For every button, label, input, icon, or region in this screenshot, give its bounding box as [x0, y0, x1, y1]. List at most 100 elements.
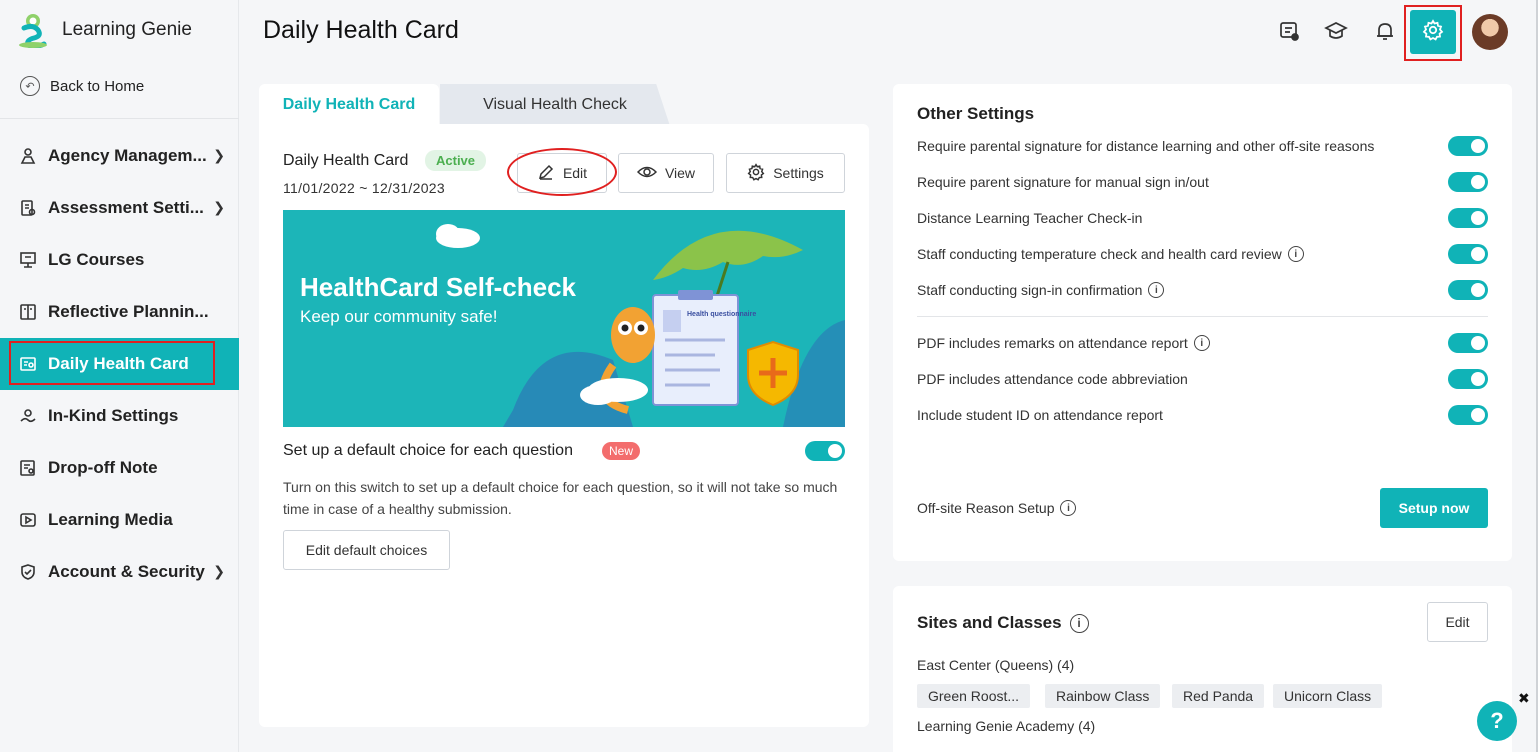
inkind-icon [18, 406, 38, 426]
back-to-home-link[interactable]: ↶ Back to Home [20, 76, 144, 96]
setting-toggle[interactable] [1448, 136, 1488, 156]
close-help-icon[interactable]: ✖ [1518, 690, 1530, 707]
highlight-box-settings [1404, 5, 1462, 61]
sidebar-item-label: Learning Media [48, 510, 173, 529]
page-title: Daily Health Card [263, 16, 459, 44]
sites-classes-title: Sites and Classes [917, 613, 1062, 632]
setting-label: Include student ID on attendance report [917, 407, 1163, 423]
setting-row: PDF includes attendance code abbreviatio… [917, 361, 1488, 397]
offsite-reason-label: Off-site Reason Setup [917, 500, 1055, 516]
banner-heading: HealthCard Self-check [300, 272, 576, 302]
sidebar-item-reflective-planning[interactable]: Reflective Plannin... [0, 286, 239, 338]
default-choice-description: Turn on this switch to set up a default … [283, 479, 838, 517]
sidebar-item-label: In-Kind Settings [48, 406, 179, 425]
setting-label: Require parent signature for manual sign… [917, 174, 1209, 190]
edit-default-choices-button[interactable]: Edit default choices [283, 530, 450, 570]
offsite-reason-row: Off-site Reason Setup i [917, 490, 1217, 526]
default-choice-toggle[interactable] [805, 441, 845, 461]
sidebar-item-label: Account & Security [48, 562, 205, 581]
setup-now-button[interactable]: Setup now [1380, 488, 1488, 528]
shield-icon [18, 562, 38, 582]
chevron-right-icon: ❯ [213, 199, 225, 215]
help-button[interactable]: ? [1477, 701, 1517, 741]
setting-row: Staff conducting temperature check and h… [917, 236, 1488, 272]
sidebar-divider [0, 118, 239, 119]
app-logo[interactable]: Learning Genie [16, 12, 192, 49]
settings-label: Settings [773, 165, 824, 181]
info-icon[interactable]: i [1148, 282, 1165, 298]
setting-label: PDF includes remarks on attendance repor… [917, 335, 1188, 351]
setting-row: Require parent signature for manual sign… [917, 164, 1488, 200]
media-icon [18, 510, 38, 530]
graduation-cap-icon[interactable] [1323, 18, 1349, 44]
bell-icon[interactable] [1372, 18, 1398, 44]
courses-icon [18, 250, 38, 270]
view-button[interactable]: View [618, 153, 714, 193]
setting-toggle[interactable] [1448, 369, 1488, 389]
other-settings-panel: Other Settings Require parental signatur… [893, 84, 1512, 561]
settings-divider [917, 316, 1488, 317]
setting-toggle[interactable] [1448, 280, 1488, 300]
setting-toggle[interactable] [1448, 244, 1488, 264]
card-title: Daily Health Card [283, 152, 409, 169]
eye-icon [636, 164, 658, 183]
tab-daily-health-card[interactable]: Daily Health Card [259, 84, 439, 126]
settings-button[interactable]: Settings [726, 153, 845, 193]
back-arrow-icon: ↶ [20, 76, 40, 96]
info-icon[interactable]: i [1287, 246, 1304, 262]
tab-visual-health-check[interactable]: Visual Health Check [440, 84, 670, 126]
site-group-name: Learning Genie Academy (4) [917, 718, 1096, 734]
info-icon[interactable]: i [1069, 613, 1089, 633]
agency-icon [18, 146, 38, 166]
sidebar-item-label: Drop-off Note [48, 458, 158, 477]
learning-genie-logo-icon [16, 12, 50, 49]
sidebar-item-label: Reflective Plannin... [48, 302, 209, 321]
messages-icon[interactable] [1276, 18, 1302, 44]
user-avatar[interactable] [1472, 14, 1508, 50]
highlight-box-sidebar [9, 341, 215, 385]
setting-toggle[interactable] [1448, 333, 1488, 353]
setting-row: Staff conducting sign-in confirmation i [917, 272, 1488, 308]
class-chip: Unicorn Class [1273, 684, 1383, 708]
setting-toggle[interactable] [1448, 172, 1488, 192]
setting-label: Staff conducting temperature check and h… [917, 246, 1282, 262]
default-choice-label: Set up a default choice for each questio… [283, 442, 573, 459]
sites-edit-label: Edit [1445, 614, 1470, 630]
setting-label: Staff conducting sign-in confirmation [917, 282, 1143, 298]
edit-default-choices-label: Edit default choices [305, 542, 428, 558]
chevron-right-icon: ❯ [213, 147, 225, 163]
sidebar-item-agency-management[interactable]: Agency Managem... ❯ [0, 130, 239, 182]
setting-toggle[interactable] [1448, 208, 1488, 228]
back-to-home-label: Back to Home [50, 77, 145, 95]
banner-doc-label: Health questionnaire [687, 311, 756, 318]
other-settings-title: Other Settings [917, 104, 1035, 123]
sidebar-item-label: Agency Managem... [48, 146, 207, 165]
setting-toggle[interactable] [1448, 405, 1488, 425]
sidebar-item-label: Assessment Setti... [48, 198, 204, 217]
sidebar-item-assessment-settings[interactable]: Assessment Setti... ❯ [0, 182, 239, 234]
health-card-panel: Daily Health Card Active 11/01/2022 ~ 12… [259, 124, 869, 727]
setting-label: Require parental signature for distance … [917, 138, 1375, 154]
setting-label: PDF includes attendance code abbreviatio… [917, 371, 1188, 387]
date-range: 11/01/2022 ~ 12/31/2023 [283, 180, 445, 196]
site-group-name: East Center (Queens) (4) [917, 657, 1075, 673]
sidebar-item-drop-off-note[interactable]: Drop-off Note [0, 442, 239, 494]
banner-subheading: Keep our community safe! [300, 307, 498, 326]
sidebar-item-in-kind-settings[interactable]: In-Kind Settings [0, 390, 239, 442]
setting-row: PDF includes remarks on attendance repor… [917, 325, 1488, 361]
highlight-circle-edit [507, 148, 617, 196]
status-badge: Active [425, 150, 487, 171]
note-icon [18, 458, 38, 478]
sidebar-item-account-security[interactable]: Account & Security ❯ [0, 546, 239, 598]
info-icon[interactable]: i [1193, 335, 1210, 351]
new-badge: New [602, 442, 641, 460]
chevron-right-icon: ❯ [213, 563, 225, 579]
sites-classes-header: Sites and Classes i [917, 613, 1089, 633]
info-icon[interactable]: i [1060, 500, 1077, 516]
planning-icon [18, 302, 38, 322]
gear-icon [747, 162, 765, 184]
sidebar-item-lg-courses[interactable]: LG Courses [0, 234, 239, 286]
sidebar-item-learning-media[interactable]: Learning Media [0, 494, 239, 546]
setting-row: Distance Learning Teacher Check-in [917, 200, 1488, 236]
sites-edit-button[interactable]: Edit [1427, 602, 1488, 642]
